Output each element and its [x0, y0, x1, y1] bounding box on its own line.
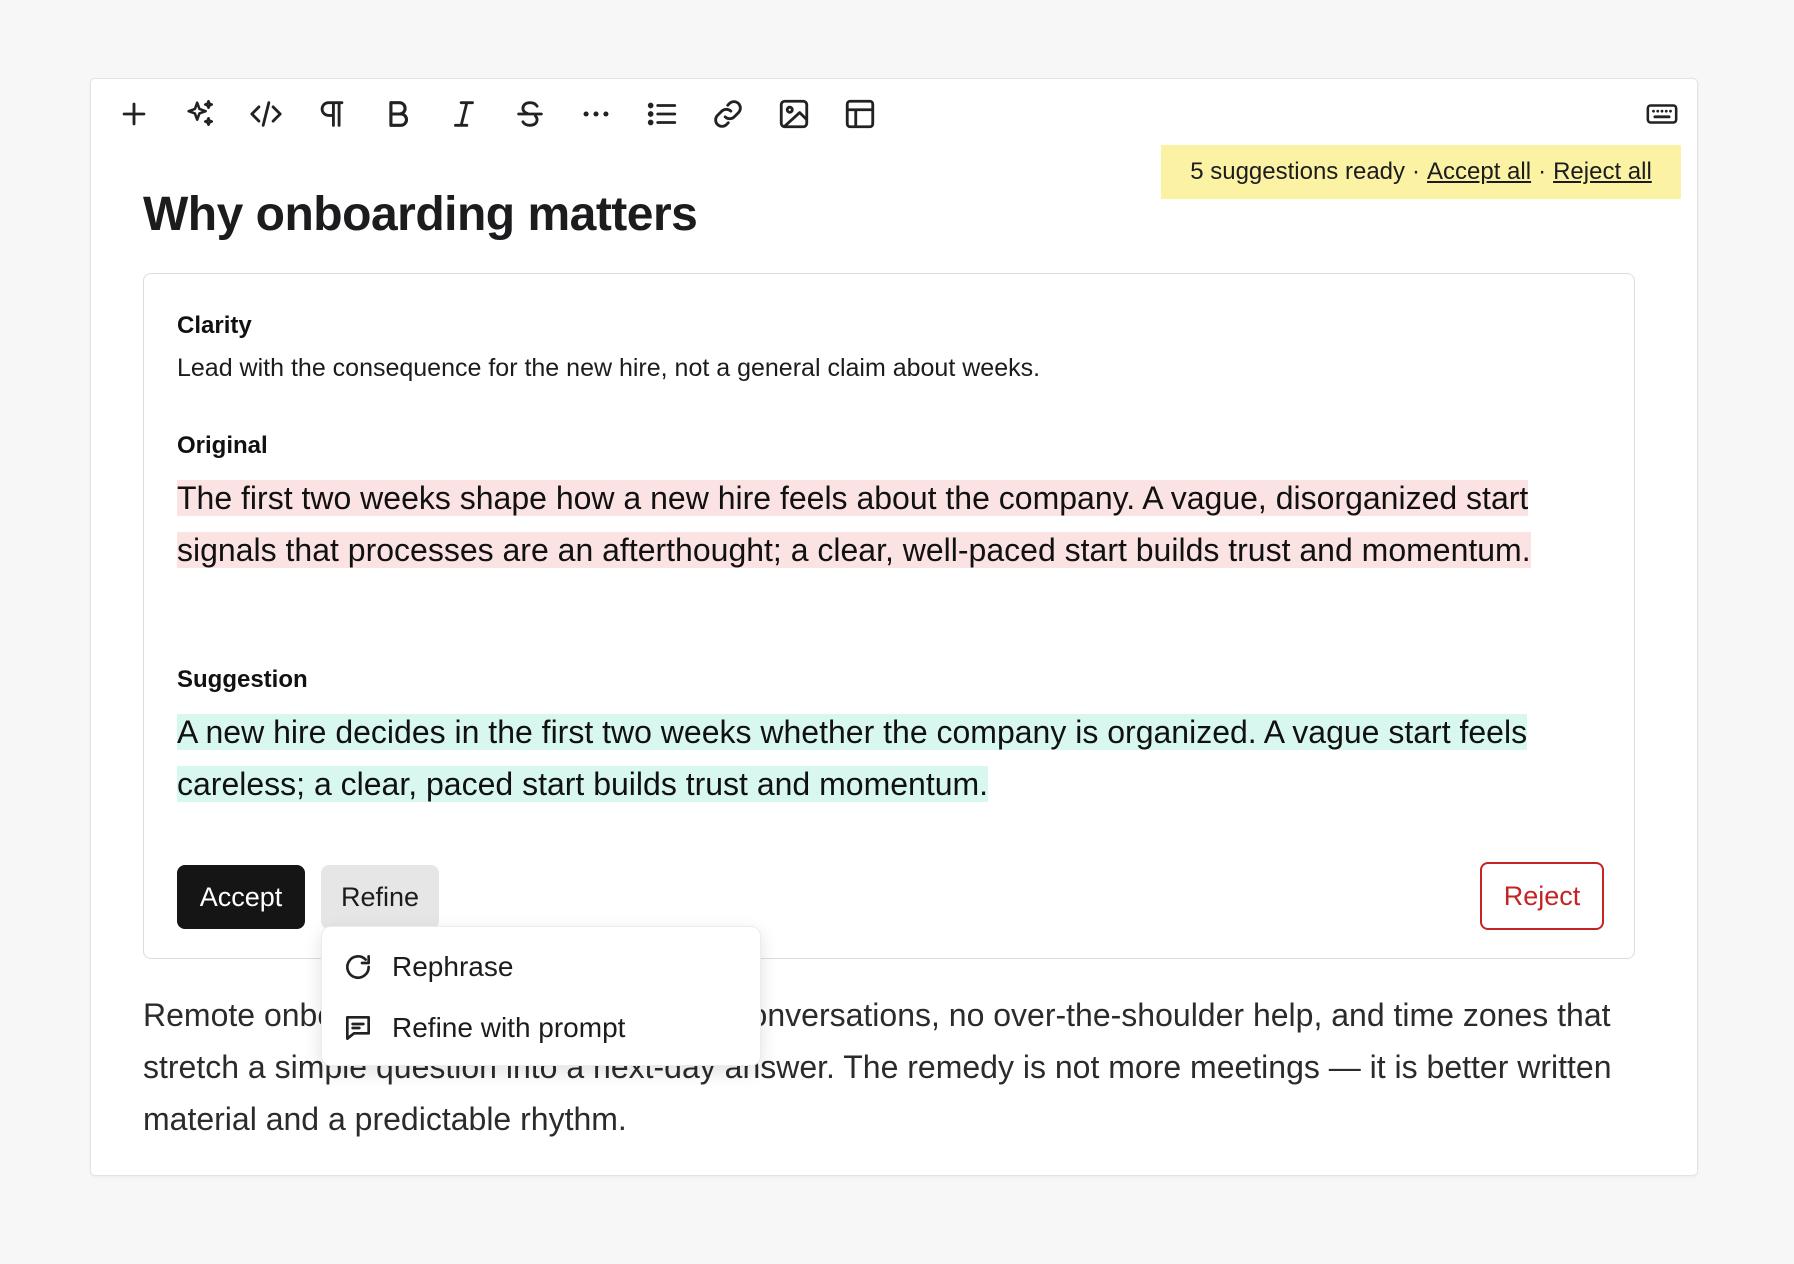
- code-icon[interactable]: [243, 91, 289, 137]
- banner-separator: ·: [1538, 158, 1547, 185]
- menu-item-label: Rephrase: [392, 951, 514, 982]
- original-label: Original: [177, 432, 268, 459]
- plus-icon[interactable]: [111, 91, 157, 137]
- original-text-block: The first two weeks shape how a new hire…: [177, 472, 1587, 576]
- bold-icon[interactable]: [375, 91, 421, 137]
- bullet-list-icon[interactable]: [639, 91, 685, 137]
- suggestion-reason: Lead with the consequence for the new hi…: [177, 354, 1041, 382]
- sparkles-icon[interactable]: [177, 91, 223, 137]
- original-text: The first two weeks shape how a new hire…: [177, 480, 1531, 568]
- menu-item-rephrase[interactable]: Rephrase: [322, 936, 760, 998]
- more-icon[interactable]: [573, 91, 619, 137]
- accept-button[interactable]: Accept: [177, 865, 305, 929]
- suggestion-text: A new hire decides in the first two week…: [177, 714, 1528, 802]
- refine-menu: Rephrase Refine with prompt: [321, 926, 761, 1066]
- strikethrough-icon[interactable]: [507, 91, 553, 137]
- reject-button[interactable]: Reject: [1480, 862, 1604, 930]
- suggestions-banner: 5 suggestions ready · Accept all · Rejec…: [1161, 145, 1681, 199]
- table-icon[interactable]: [837, 91, 883, 137]
- suggestion-label: Suggestion: [177, 666, 308, 693]
- suggestion-text-block: A new hire decides in the first two week…: [177, 706, 1587, 810]
- banner-separator: ·: [1412, 158, 1421, 185]
- link-icon[interactable]: [705, 91, 751, 137]
- reject-all-link[interactable]: Reject all: [1553, 158, 1652, 186]
- menu-item-refine-with-prompt[interactable]: Refine with prompt: [322, 997, 760, 1059]
- keyboard-icon[interactable]: [1639, 91, 1685, 137]
- editor: 5 suggestions ready · Accept all · Rejec…: [90, 78, 1698, 1176]
- paragraph-icon[interactable]: [309, 91, 355, 137]
- italic-icon[interactable]: [441, 91, 487, 137]
- image-icon[interactable]: [771, 91, 817, 137]
- suggestion-category: Clarity: [177, 312, 252, 339]
- toolbar: [91, 79, 1697, 155]
- refresh-icon: [346, 955, 370, 979]
- accept-all-link[interactable]: Accept all: [1427, 158, 1531, 186]
- menu-item-label: Refine with prompt: [392, 1012, 626, 1043]
- suggestion-card: Clarity Lead with the consequence for th…: [143, 273, 1635, 959]
- page-title: Why onboarding matters: [143, 188, 698, 241]
- suggestions-count: 5 suggestions ready: [1190, 158, 1406, 185]
- chat-icon: [346, 1016, 370, 1040]
- refine-button[interactable]: Refine: [321, 865, 439, 929]
